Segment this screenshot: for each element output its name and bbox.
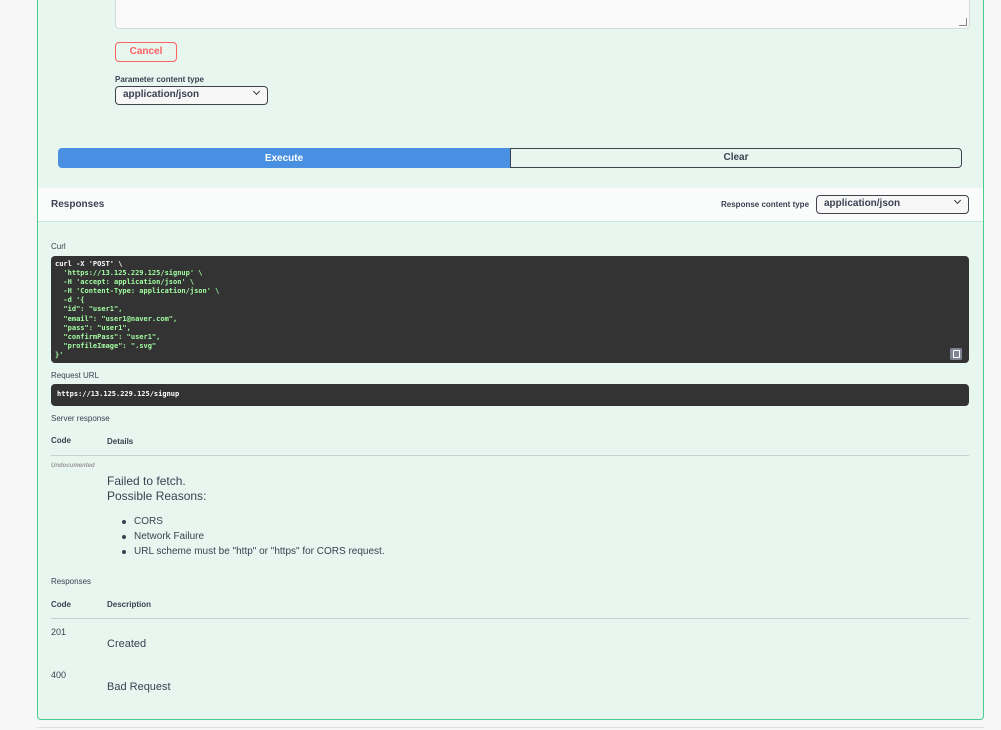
curl-line: "email": "user1@naver.com", <box>55 314 178 323</box>
responses-description-header: Description <box>107 600 152 609</box>
server-details-header: Details <box>107 437 134 446</box>
divider <box>51 618 969 619</box>
request-body-textarea[interactable] <box>115 0 970 29</box>
curl-line: -H 'accept: application/json' \ <box>55 278 195 287</box>
request-url-value: https://13.125.229.125/signup <box>57 390 180 398</box>
responses-code-header: Code <box>51 600 71 609</box>
documented-responses-label: Responses <box>51 577 92 586</box>
curl-line: "confirmPass": "user1", <box>55 332 161 341</box>
response-content-type-label: Response content type <box>721 200 810 209</box>
response-description: Created <box>107 638 147 650</box>
copy-to-clipboard-icon[interactable] <box>950 348 962 360</box>
execute-wrapper: Execute Clear <box>58 148 963 168</box>
request-url-label: Request URL <box>51 371 100 380</box>
list-item: Network Failure <box>122 529 385 544</box>
curl-line: "profileImage": ".svg" <box>55 341 157 350</box>
curl-code-block: curl -X 'POST' \ 'https://13.125.229.125… <box>51 256 969 363</box>
curl-line: curl -X 'POST' \ <box>55 260 123 268</box>
responses-header: Responses Response content type applicat… <box>38 188 983 222</box>
response-content-type-select[interactable]: application/json <box>816 195 969 214</box>
curl-line: 'https://13.125.229.125/signup' \ <box>55 269 203 278</box>
undocumented-code: Undocumented <box>51 463 95 469</box>
server-response-label: Server response <box>51 414 110 423</box>
chevron-down-icon <box>953 196 962 205</box>
request-url-block: https://13.125.229.125/signup <box>51 384 969 406</box>
responses-title: Responses <box>51 199 105 210</box>
curl-label: Curl <box>51 242 66 251</box>
curl-line: "id": "user1", <box>55 305 123 314</box>
list-item: URL scheme must be "http" or "https" for… <box>122 544 385 559</box>
curl-line: -H 'Content-Type: application/json' \ <box>55 287 220 296</box>
curl-line: -d '{ <box>55 296 85 305</box>
cancel-button[interactable]: Cancel <box>115 42 177 62</box>
error-subtitle: Possible Reasons: <box>107 489 207 503</box>
execute-button[interactable]: Execute <box>58 148 510 168</box>
divider <box>37 727 984 728</box>
response-code: 400 <box>51 670 67 680</box>
reason-list: CORS Network Failure URL scheme must be … <box>122 514 385 559</box>
response-content-type-value: application/json <box>824 198 901 209</box>
chevron-down-icon <box>252 87 261 96</box>
clear-button[interactable]: Clear <box>510 148 962 168</box>
error-title: Failed to fetch. <box>107 474 186 488</box>
curl-line: }' <box>55 350 64 359</box>
curl-line: "pass": "user1", <box>55 323 131 332</box>
resize-grip-icon[interactable] <box>959 18 967 26</box>
list-item: CORS <box>122 514 385 529</box>
response-description: Bad Request <box>107 681 171 693</box>
response-code: 201 <box>51 627 67 637</box>
parameter-content-type-label: Parameter content type <box>115 75 204 84</box>
divider <box>51 455 969 456</box>
post-operation-block: Cancel Parameter content type applicatio… <box>37 0 984 720</box>
parameter-content-type-value: application/json <box>123 89 200 100</box>
parameter-content-type-select[interactable]: application/json <box>115 86 268 105</box>
server-code-header: Code <box>51 436 71 445</box>
